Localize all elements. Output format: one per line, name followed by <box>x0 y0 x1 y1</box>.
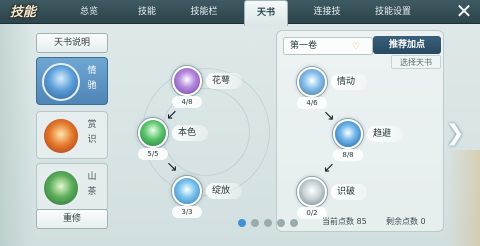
green-figure-icon <box>138 118 168 148</box>
tab-combo-skills[interactable]: 连接技 <box>300 0 354 24</box>
skill-node-zhanfang[interactable]: 绽放 3/3 <box>172 176 244 222</box>
close-icon[interactable]: ✕ <box>452 0 476 24</box>
page-indicator <box>238 218 298 228</box>
current-points-label: 当前点数 <box>322 217 354 226</box>
blue-swirl-icon <box>42 63 80 101</box>
skill-tree-right: 第一卷 ♡ 推荐加点 选择天书 情动 4/6 ↘ 趋避 8/8 ↙ 识破 0/2 <box>276 30 444 232</box>
decorative-scroll-right <box>446 150 480 246</box>
skills-logo: 技能 <box>2 0 64 26</box>
green-leaf-icon <box>42 169 80 207</box>
tab-skill-bar[interactable]: 技能栏 <box>178 0 230 24</box>
page-dot[interactable] <box>277 219 285 227</box>
category-label: 赏识 <box>87 120 97 145</box>
category-label: 山茶 <box>87 172 97 197</box>
page-dot[interactable] <box>290 219 298 227</box>
chevron-down-icon: ♡ <box>351 42 361 52</box>
choose-book-button[interactable]: 选择天书 <box>391 55 441 69</box>
tab-heavenly-book[interactable]: 天书 <box>244 0 288 26</box>
remaining-points-label: 剩余点数 <box>386 217 418 226</box>
top-tab-bar: 技能 总览 技能 技能栏 天书 连接技 技能设置 ✕ <box>0 0 480 26</box>
page-dot[interactable] <box>238 219 246 227</box>
white-orb-icon <box>297 177 327 207</box>
blue-slash-icon <box>333 119 363 149</box>
recommend-points-button[interactable]: 推荐加点 <box>373 36 441 54</box>
category-label: 情驰 <box>87 66 97 91</box>
skill-name: 趋避 <box>367 126 403 142</box>
skill-level: 8/8 <box>333 149 363 161</box>
volume-selector[interactable]: 第一卷 ♡ <box>283 37 373 55</box>
volume-label: 第一卷 <box>290 41 318 51</box>
page-dot[interactable] <box>251 219 259 227</box>
blue-wave-icon <box>172 176 202 206</box>
tab-overview[interactable]: 总览 <box>66 0 112 24</box>
skill-name: 本色 <box>172 125 208 141</box>
reset-button[interactable]: 重修 <box>36 209 108 229</box>
arrow-down-right-icon: ↘ <box>166 159 178 175</box>
decorative-foliage-left <box>0 24 34 246</box>
category-qingchi[interactable]: 情驰 <box>36 57 108 105</box>
skill-name: 识破 <box>331 184 367 200</box>
logo-text: 技能 <box>10 5 37 20</box>
next-page-arrow-icon[interactable]: ❯ <box>446 120 464 148</box>
current-points-value: 85 <box>356 217 367 226</box>
blue-swirl-icon <box>297 67 327 97</box>
orange-flame-icon <box>42 117 80 155</box>
purple-orb-icon <box>172 66 202 96</box>
remaining-points-value: 0 <box>420 217 426 226</box>
remaining-points: 剩余点数 0 <box>386 215 426 229</box>
skill-name: 情动 <box>331 74 367 90</box>
skill-node-qubi[interactable]: 趋避 8/8 <box>333 119 405 165</box>
skill-level: 3/3 <box>172 206 202 218</box>
skill-node-qingdong[interactable]: 情动 4/6 <box>297 67 369 113</box>
category-shangshi[interactable]: 赏识 <box>36 111 108 159</box>
category-shancha[interactable]: 山茶 <box>36 163 108 211</box>
skill-tree-left: 花萼 4/8 ↙ 本色 5/5 ↘ 绽放 3/3 <box>108 30 270 232</box>
skill-node-huae[interactable]: 花萼 4/8 <box>172 66 244 112</box>
current-points: 当前点数 85 <box>322 215 367 229</box>
category-panel: 天书说明 情驰 赏识 山茶 重修 <box>36 33 108 231</box>
skill-level: 5/5 <box>138 148 168 160</box>
tab-skills[interactable]: 技能 <box>124 0 170 24</box>
tab-skill-settings[interactable]: 技能设置 <box>362 0 424 24</box>
heavenly-book-description-button[interactable]: 天书说明 <box>36 33 108 53</box>
arrow-down-left-icon: ↙ <box>323 160 335 176</box>
skill-node-bense[interactable]: 本色 5/5 <box>138 118 210 164</box>
page-dot[interactable] <box>264 219 272 227</box>
skill-name: 绽放 <box>206 183 242 199</box>
skill-name: 花萼 <box>206 73 242 89</box>
